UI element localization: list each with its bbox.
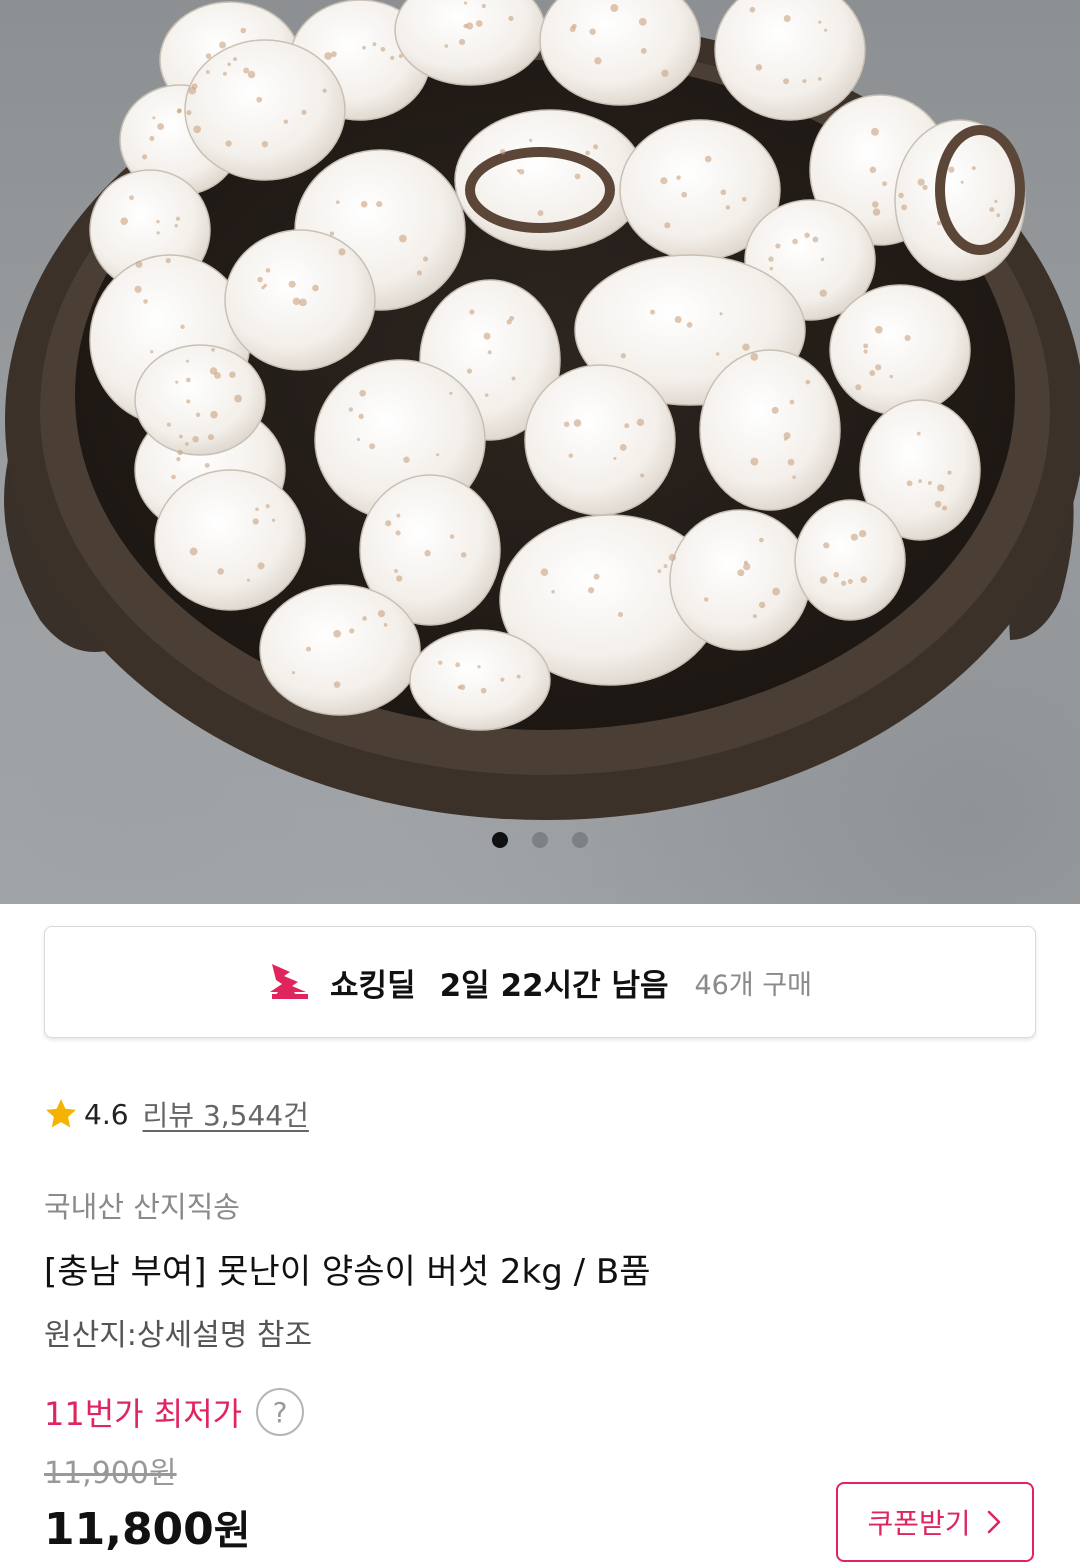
star-icon [46,1099,76,1128]
original-price: 11,900원 [44,1456,177,1491]
get-coupon-label: 쿠폰받기 [867,1507,971,1540]
seller-tag: 국내산 산지직송 [44,1190,240,1224]
gallery-dot-3[interactable] [572,832,588,848]
chevron-right-icon [987,1510,1000,1534]
gallery-dot-2[interactable] [532,832,548,848]
get-coupon-button[interactable]: 쿠폰받기 [836,1482,1034,1562]
product-title: [충남 부여] 못난이 양송이 버섯 2kg / B품 [44,1252,651,1292]
help-icon[interactable]: ? [256,1388,305,1436]
gallery-pagination[interactable] [0,832,1080,848]
product-origin: 원산지:상세설명 참조 [44,1318,313,1353]
sale-price-unit: 원 [213,1508,251,1554]
lowest-price-label: 11번가 최저가 ? [44,1388,305,1436]
shocking-deal-icon [270,964,309,999]
deal-time-remaining: 2일 22시간 남음 [439,967,669,1004]
shocking-deal-banner[interactable]: 쇼킹딜 2일 22시간 남음 46개 구매 [44,926,1036,1038]
deal-name: 쇼킹딜 [330,967,416,1004]
rating-summary: 4.6 리뷰 3,544건 [44,1094,309,1134]
sale-price: 11,800원 [44,1498,251,1556]
gallery-dot-1[interactable] [492,832,508,848]
rating-score: 4.6 [84,1097,129,1131]
review-count-link[interactable]: 리뷰 3,544건 [143,1094,309,1134]
deal-purchase-count: 46개 구매 [694,969,812,1001]
sale-price-amount: 11,800 [44,1504,214,1555]
product-image [4,0,1080,820]
lowest-price-text: 11번가 최저가 [44,1395,243,1433]
product-image-gallery[interactable] [0,0,1080,904]
